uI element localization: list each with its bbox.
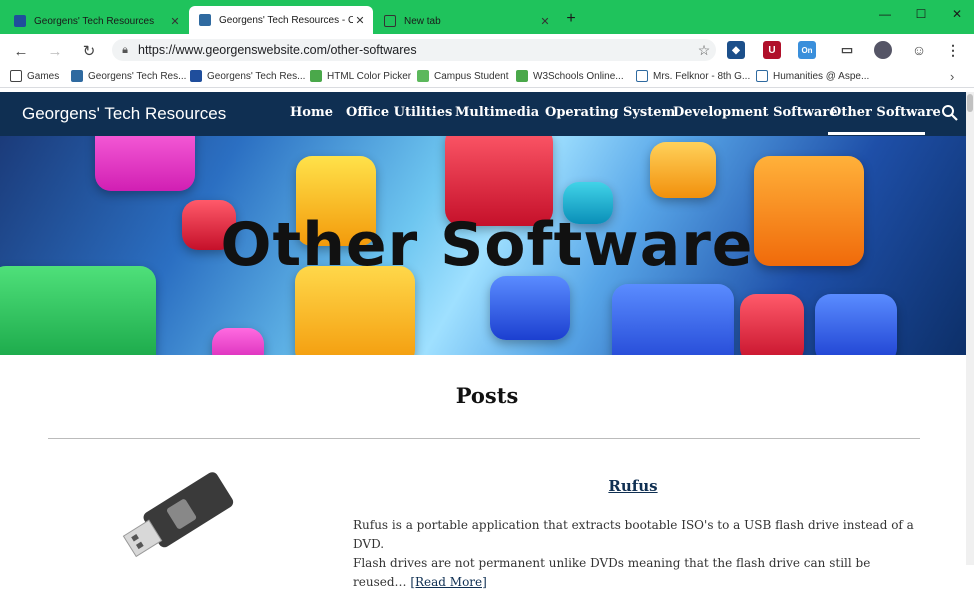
bookmarks-bar: Games Georgens' Tech Res... Georgens' Te… <box>0 66 974 88</box>
emoji-icon[interactable]: ☺ <box>910 41 928 59</box>
bookmark-label: Humanities @ Aspe... <box>773 70 870 82</box>
nav-home[interactable]: Home <box>290 105 333 120</box>
chevron-right-icon[interactable]: › <box>950 69 954 84</box>
bookmark-item[interactable]: Campus Student <box>417 70 509 82</box>
chart-app-icon <box>815 294 897 355</box>
camera-app-icon <box>612 284 734 355</box>
nav-operating-system[interactable]: Operating System <box>545 105 675 120</box>
page-title: Other Software <box>220 210 754 280</box>
menu-icon[interactable]: ⋮ <box>944 41 962 59</box>
chart-app-icon <box>490 276 570 340</box>
folder-icon <box>10 70 22 82</box>
close-icon[interactable]: ✕ <box>353 13 367 27</box>
tab-georgens-active[interactable]: Georgens' Tech Resources - Othe ✕ <box>189 6 373 34</box>
bookmark-label: Georgens' Tech Res... <box>207 70 306 82</box>
post-title-link[interactable]: Rufus <box>353 477 913 495</box>
tab-title: Georgens' Tech Resources - Othe <box>219 14 353 26</box>
w3schools-icon <box>516 70 528 82</box>
bookmark-item[interactable]: Games <box>10 70 59 82</box>
site-icon <box>14 15 26 27</box>
scrollbar-thumb[interactable] <box>967 94 973 112</box>
bookmark-label: Mrs. Felknor - 8th G... <box>653 70 751 82</box>
site-brand[interactable]: Georgens' Tech Resources <box>22 104 226 124</box>
browser-toolbar: ← → ↻ 🔒︎ https://www.georgenswebsite.com… <box>0 34 974 66</box>
newtab-icon <box>384 15 396 27</box>
nav-office-utilities[interactable]: Office Utilities <box>346 105 452 120</box>
site-icon <box>199 14 211 26</box>
bookmark-item[interactable]: W3Schools Online... <box>516 70 624 82</box>
hero-banner: Other Software <box>0 136 974 355</box>
nav-other-software[interactable]: Other Software <box>830 105 941 120</box>
forward-button[interactable]: → <box>44 40 66 62</box>
page-icon <box>636 70 648 82</box>
bookmark-item[interactable]: Mrs. Felknor - 8th G... <box>636 70 750 82</box>
bookmark-item[interactable]: Humanities @ Aspe... <box>756 70 869 82</box>
bookmark-item[interactable]: HTML Color Picker <box>310 70 411 82</box>
page-icon <box>756 70 768 82</box>
nav-multimedia[interactable]: Multimedia <box>455 105 539 120</box>
bookmark-item[interactable]: Georgens' Tech Res... <box>71 70 186 82</box>
nav-development-software[interactable]: Development Software <box>673 105 837 120</box>
extension-icon[interactable]: ◆ <box>727 41 745 59</box>
excerpt-text: Rufus is a portable application that ext… <box>353 518 914 551</box>
extension-on-icon[interactable]: On <box>798 41 816 59</box>
campus-icon <box>417 70 429 82</box>
post-excerpt: Rufus is a portable application that ext… <box>353 516 918 592</box>
lock-icon[interactable]: 🔒︎ <box>112 44 138 57</box>
bookmark-label: Games <box>27 70 60 82</box>
bookmark-label: Campus Student <box>434 70 509 82</box>
address-bar[interactable]: 🔒︎ https://www.georgenswebsite.com/other… <box>112 39 716 61</box>
read-more-link[interactable]: [Read More] <box>410 575 487 589</box>
search-icon[interactable] <box>941 104 959 122</box>
color-picker-icon <box>310 70 322 82</box>
bookmark-label: Georgens' Tech Res... <box>88 70 187 82</box>
new-tab-button[interactable]: + <box>562 10 580 28</box>
bookmark-label: HTML Color Picker <box>327 70 412 82</box>
usb-drive-image[interactable] <box>122 463 250 565</box>
email-app-icon <box>95 136 195 191</box>
page-scrollbar[interactable] <box>966 92 974 565</box>
window-close-button[interactable]: ✕ <box>934 2 974 26</box>
posts-heading: Posts <box>455 383 519 408</box>
bookmark-item[interactable]: Georgens' Tech Res... <box>190 70 305 82</box>
bookmark-star-icon[interactable]: ☆ <box>692 42 716 59</box>
tab-title: New tab <box>404 15 441 27</box>
site-icon <box>190 70 202 82</box>
tab-georgens-1[interactable]: Georgens' Tech Resources ✕ <box>4 8 188 34</box>
tab-title: Georgens' Tech Resources <box>34 15 155 27</box>
site-header: Georgens' Tech Resources Home Office Uti… <box>0 92 974 136</box>
close-icon[interactable]: ✕ <box>168 14 182 28</box>
close-icon[interactable]: ✕ <box>538 14 552 28</box>
wifi-app-icon <box>740 294 804 355</box>
url-text[interactable]: https://www.georgenswebsite.com/other-so… <box>138 43 692 57</box>
main-content: Posts Rufus Rufus is a portable applicat… <box>0 355 974 589</box>
people-app-icon <box>212 328 264 355</box>
divider <box>48 438 920 439</box>
cast-icon[interactable]: ▭ <box>838 41 856 59</box>
avatar[interactable] <box>874 41 892 59</box>
bookmark-label: W3Schools Online... <box>533 70 624 82</box>
extension-icon[interactable]: U <box>763 41 781 59</box>
active-nav-indicator <box>828 132 925 135</box>
back-button[interactable]: ← <box>10 40 32 62</box>
site-icon <box>71 70 83 82</box>
reload-button[interactable]: ↻ <box>78 40 100 62</box>
browser-tabstrip: Georgens' Tech Resources ✕ Georgens' Tec… <box>0 0 974 34</box>
tab-new-tab[interactable]: New tab ✕ <box>374 8 558 34</box>
cloud-app-icon <box>650 142 716 198</box>
